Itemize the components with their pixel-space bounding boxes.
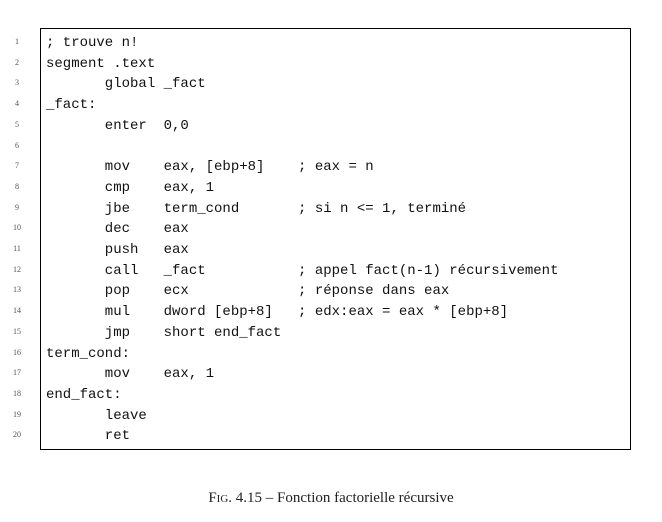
line-number: 5 — [15, 119, 19, 129]
line-number: 2 — [15, 57, 19, 67]
caption-separator: – — [265, 490, 274, 506]
line-number: 18 — [13, 388, 21, 398]
line-number: 16 — [13, 347, 21, 357]
line-number: 20 — [13, 430, 21, 440]
line-number: 10 — [13, 223, 21, 233]
code-listing-frame — [40, 28, 631, 450]
line-number: 13 — [13, 285, 21, 295]
line-number: 7 — [15, 161, 19, 171]
line-number: 1 — [15, 37, 19, 46]
line-number: 17 — [13, 368, 21, 378]
line-number: 4 — [15, 99, 19, 109]
figure-label: Fig. — [208, 490, 233, 506]
line-number: 19 — [13, 409, 21, 419]
line-number: 15 — [13, 326, 21, 336]
line-number: 6 — [15, 140, 19, 150]
caption-text: Fonction factorielle récursive — [277, 490, 454, 506]
line-number: 12 — [13, 264, 21, 274]
line-number: 9 — [15, 202, 19, 212]
line-number: 8 — [15, 181, 19, 191]
line-number: 14 — [13, 306, 21, 316]
line-number: 11 — [13, 244, 21, 253]
figure-number: 4.15 — [235, 490, 263, 506]
line-number: 3 — [15, 78, 19, 88]
figure-caption: Fig. 4.15 – Fonction factorielle récursi… — [0, 490, 662, 507]
